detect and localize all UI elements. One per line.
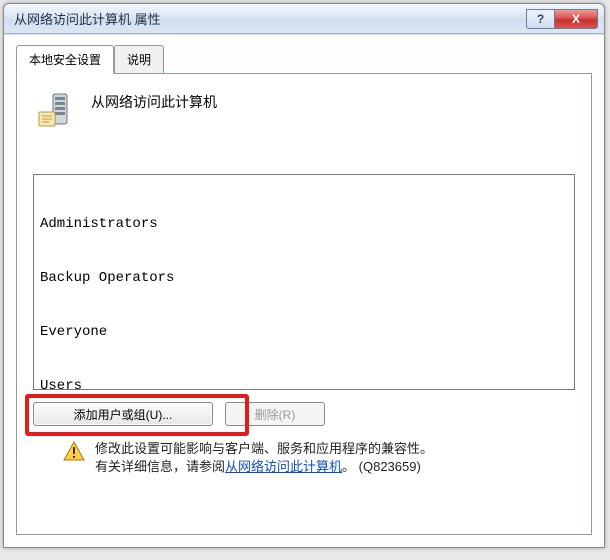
info-row: 修改此设置可能影响与客户端、服务和应用程序的兼容性。 有关详细信息，请参阅从网络… (33, 440, 575, 476)
help-button[interactable]: ? (526, 9, 554, 29)
help-icon: ? (537, 12, 544, 26)
close-button[interactable]: X (554, 9, 598, 29)
button-row: 添加用户或组(U)... 删除(R) (33, 402, 575, 426)
info-line2-prefix: 有关详细信息，请参阅 (95, 459, 225, 474)
warning-icon (63, 440, 85, 462)
header-row: 从网络访问此计算机 (33, 90, 575, 134)
info-text: 修改此设置可能影响与客户端、服务和应用程序的兼容性。 有关详细信息，请参阅从网络… (95, 440, 433, 476)
info-link[interactable]: 从网络访问此计算机 (225, 459, 342, 474)
users-groups-listbox[interactable]: Administrators Backup Operators Everyone… (33, 174, 575, 390)
close-icon: X (572, 12, 580, 26)
tab-panel: 从网络访问此计算机 Administrators Backup Operator… (16, 73, 592, 535)
titlebar[interactable]: 从网络访问此计算机 属性 ? X (4, 4, 604, 34)
window-title: 从网络访问此计算机 属性 (14, 9, 526, 28)
server-icon (33, 90, 77, 134)
properties-dialog: 从网络访问此计算机 属性 ? X 本地安全设置 说明 (3, 3, 605, 548)
add-user-or-group-button[interactable]: 添加用户或组(U)... (33, 402, 213, 426)
panel-heading: 从网络访问此计算机 (91, 90, 217, 112)
list-item[interactable]: Administrators (40, 215, 568, 233)
list-item[interactable]: Users (40, 377, 568, 390)
tab-local-security[interactable]: 本地安全设置 (16, 45, 114, 74)
info-line2-suffix: 。 (Q823659) (342, 459, 421, 474)
remove-button[interactable]: 删除(R) (225, 402, 325, 426)
list-item[interactable]: Backup Operators (40, 269, 568, 287)
info-line1: 修改此设置可能影响与客户端、服务和应用程序的兼容性。 (95, 441, 433, 456)
window-buttons: ? X (526, 9, 598, 29)
client-area: 本地安全设置 说明 (4, 34, 604, 547)
tab-description[interactable]: 说明 (114, 45, 164, 74)
list-item[interactable]: Everyone (40, 323, 568, 341)
tabstrip: 本地安全设置 说明 (16, 45, 592, 74)
